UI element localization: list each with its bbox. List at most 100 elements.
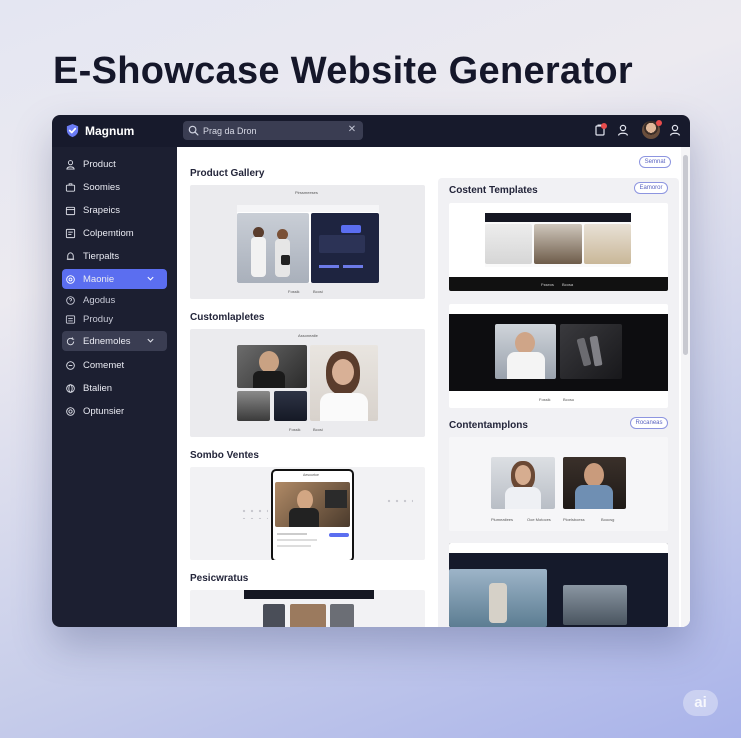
custom-templates-card[interactable]: Assoneatle Fossik Bcosi xyxy=(190,329,425,437)
card-caption: Fossik xyxy=(539,397,551,402)
pesicwratus-card[interactable] xyxy=(190,590,425,627)
sidebar-item-comemet[interactable]: Comemet xyxy=(62,355,167,375)
thumbnail-photo xyxy=(330,604,354,627)
card-header-text: Aesourtoe xyxy=(303,473,319,477)
sidebar-item-soomies[interactable]: Soomies xyxy=(62,177,167,197)
section-title-pesicwratus: Pesicwratus xyxy=(190,573,249,584)
product-photo xyxy=(560,324,622,379)
calendar-icon xyxy=(65,206,76,215)
sidebar-item-label: Maonie xyxy=(83,273,115,285)
sidebar-item-label: Agodus xyxy=(83,294,116,306)
section-title-customlapletes: Customlapletes xyxy=(190,312,265,323)
tablet-mockup: Aesourtoe xyxy=(271,469,354,560)
card-caption: Boocsg xyxy=(601,517,615,522)
app-window: Magnum ✕ Product xyxy=(52,115,690,627)
page-title: E-Showcase Website Generator xyxy=(53,50,633,92)
search-icon xyxy=(188,125,199,136)
main-content: Semnat Product Gallery Pirssmeeses Fossi… xyxy=(177,147,690,627)
sidebar-item-maonie[interactable]: Maonie xyxy=(62,269,167,289)
card-caption: Bcosa xyxy=(562,282,574,287)
product-gallery-card[interactable]: Pirssmeeses Fossik Bcosi xyxy=(190,185,425,299)
layout-icon xyxy=(65,228,76,238)
search-box[interactable]: ✕ xyxy=(183,121,363,140)
card-caption: Bcosi xyxy=(313,289,323,294)
decor-dots xyxy=(385,497,413,503)
thumbnail-photo xyxy=(290,604,326,627)
sidebar-item-label: Optunsier xyxy=(83,405,125,417)
landscape-photo xyxy=(563,585,627,625)
section-title-product-gallery: Product Gallery xyxy=(190,168,265,179)
mockup-nav-bar xyxy=(449,543,668,553)
sidebar-item-tierpalts[interactable]: Tierpalts xyxy=(62,246,167,266)
top-action-button[interactable]: Semnat xyxy=(639,156,671,168)
bell-icon xyxy=(66,251,75,260)
section-title-costent-templates: Costent Templates xyxy=(449,185,538,196)
shield-logo-icon[interactable] xyxy=(65,123,80,138)
sidebar-item-label: Colpemtiom xyxy=(83,227,134,239)
sidebar-item-label: Tierpalts xyxy=(83,250,120,262)
sidebar-item-produy[interactable]: Produy xyxy=(62,309,167,329)
template-card-2[interactable]: Fossik Bcosu xyxy=(449,304,668,408)
clear-search-icon[interactable]: ✕ xyxy=(347,125,357,135)
portrait-photo xyxy=(310,345,378,421)
dark-hero xyxy=(449,314,668,391)
brand-name[interactable]: Magnum xyxy=(85,124,134,138)
card-caption: Fsseos xyxy=(541,282,554,287)
sidebar-item-ednemoles[interactable]: Ednemoles xyxy=(62,331,167,351)
sidebar-item-label: Product xyxy=(83,158,116,170)
sidebar-item-label: Soomies xyxy=(83,181,120,193)
card-caption: Fossik xyxy=(289,427,301,432)
avatar-badge xyxy=(656,120,662,126)
sidebar-item-srapeics[interactable]: Srapeics xyxy=(62,200,167,220)
sidebar-item-label: Ednemoles xyxy=(83,335,131,347)
chevron-down-icon[interactable] xyxy=(146,336,155,345)
user-icon[interactable] xyxy=(668,123,682,137)
templates-action-button[interactable]: Eamoror xyxy=(634,182,668,194)
chevron-down-icon[interactable] xyxy=(146,274,155,283)
sidebar-item-label: Produy xyxy=(83,313,114,325)
landscape-photo xyxy=(449,569,547,627)
sidebar-item-label: Comemet xyxy=(83,359,125,371)
mockup-nav-bar xyxy=(244,590,374,599)
sidebar-item-optunsier[interactable]: Optunsier xyxy=(62,401,167,421)
mockup-frame xyxy=(485,213,631,267)
list-icon xyxy=(65,314,76,324)
sidebar-item-colpemtiom[interactable]: Colpemtiom xyxy=(62,223,167,243)
template-card-4[interactable] xyxy=(449,543,668,627)
scrollbar-thumb[interactable] xyxy=(683,155,688,355)
sidebar-item-label: Btalien xyxy=(83,382,113,394)
settings-icon xyxy=(66,406,75,416)
ai-watermark: ai xyxy=(683,690,718,716)
video-photo xyxy=(275,482,350,527)
portrait-photo xyxy=(237,345,307,388)
thumbnail-photo xyxy=(274,391,307,421)
sidebar-item-label: Srapeics xyxy=(83,204,120,216)
template-card-1[interactable]: Fsseos Bcosa xyxy=(449,203,668,291)
sidebar-item-btalien[interactable]: Btalien xyxy=(62,378,167,398)
section-title-contentamplons: Contentamplons xyxy=(449,420,528,431)
contacts-icon[interactable] xyxy=(616,123,630,137)
card-caption: Bcosi xyxy=(313,427,323,432)
sombo-ventes-card[interactable]: Aesourtoe xyxy=(190,467,425,560)
top-bar: Magnum ✕ xyxy=(52,115,690,147)
sidebar: Product Soomies Srapeics Colpemtiom Tier… xyxy=(52,147,177,627)
card-caption: Ploelsboess xyxy=(563,517,585,522)
decor-dots xyxy=(240,507,268,519)
portrait-photo xyxy=(495,324,556,379)
card-footer-bar: Fsseos Bcosa xyxy=(449,277,668,291)
content-action-button[interactable]: Rocaneas xyxy=(630,417,668,429)
dark-panel xyxy=(311,213,379,283)
card-caption: Fossik xyxy=(288,289,300,294)
template-card-3[interactable]: Plumeatiees Ooe Motoces Ploelsboess Booc… xyxy=(449,437,668,531)
portrait-photo xyxy=(491,457,555,509)
card-header-text: Pirssmeeses xyxy=(295,190,318,195)
notification-badge xyxy=(601,123,607,129)
sidebar-item-product[interactable]: Product xyxy=(62,154,167,174)
mockup-frame xyxy=(237,205,379,283)
sidebar-item-agodus[interactable]: Agodus xyxy=(62,290,167,310)
gear-icon xyxy=(66,274,75,284)
chat-icon xyxy=(66,360,75,370)
card-header-text: Assoneatle xyxy=(298,333,318,338)
card-caption: Ooe Motoces xyxy=(527,517,551,522)
search-input[interactable] xyxy=(203,123,343,138)
